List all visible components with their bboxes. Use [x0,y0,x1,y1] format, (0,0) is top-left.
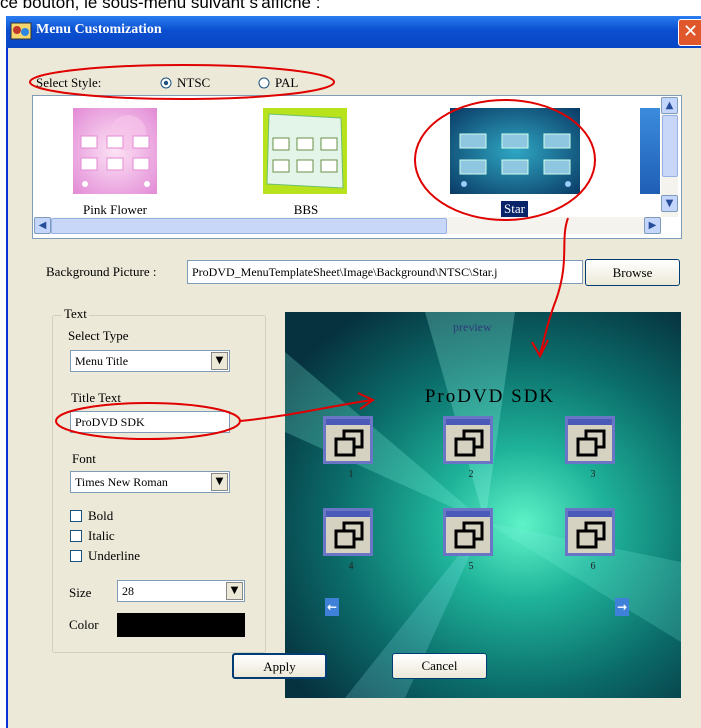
annotation-overlay [29,64,596,440]
